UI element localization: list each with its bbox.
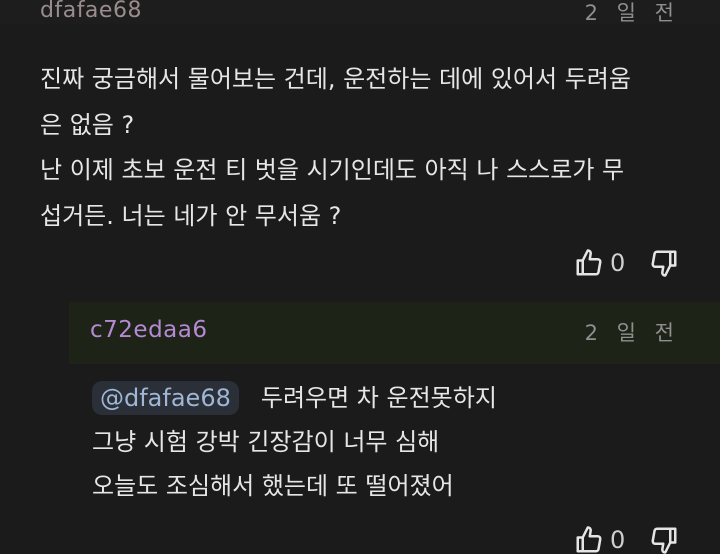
reply-header: c72edaa6 2 일 전 (69, 302, 720, 364)
reply-username[interactable]: c72edaa6 (90, 317, 207, 343)
thumbs-up-icon[interactable] (574, 248, 604, 278)
comment-line: 섭거든. 너는 네가 안 무서움 ? (40, 201, 342, 230)
reply-line: 그냥 시험 강박 긴장감이 너무 심해 (92, 428, 440, 456)
comment-header: dfafae68 2 일 전 (0, 0, 720, 25)
like-count: 0 (610, 249, 626, 277)
reply-text: @dfafae68 두려우면 차 운전못하지 그냥 시험 강박 긴장감이 너무 심… (92, 376, 692, 508)
comment-actions: 0 (574, 248, 679, 278)
comment-line: 은 없음 ? (40, 110, 135, 139)
comment-line: 진짜 궁금해서 물어보는 건데, 운전하는 데에 있어서 두려움 (40, 65, 631, 93)
thumbs-down-icon[interactable] (649, 248, 679, 278)
reply-actions: 0 (574, 525, 679, 554)
comment-timestamp: 2 일 전 (584, 1, 680, 25)
reply-line: @dfafae68 두려우면 차 운전못하지 (92, 376, 692, 420)
comment-username[interactable]: dfafae68 (40, 0, 142, 23)
mention-tag[interactable]: @dfafae68 (92, 381, 239, 415)
comment-text: 진짜 궁금해서 물어보는 건데, 운전하는 데에 있어서 두려움 은 없음 ? … (40, 57, 700, 239)
comment-line: 난 이제 초보 운전 티 벗을 시기인데도 아직 나 스스로가 무 (40, 156, 625, 184)
reply-timestamp: 2 일 전 (584, 321, 680, 345)
reply-line: 오늘도 조심해서 했는데 또 떨어졌어 (92, 472, 454, 500)
like-count: 0 (610, 526, 626, 554)
thumbs-down-icon[interactable] (649, 525, 679, 554)
comment-thread: dfafae68 2 일 전 진짜 궁금해서 물어보는 건데, 운전하는 데에 … (0, 0, 720, 554)
reply-line-text: 두려우면 차 운전못하지 (260, 384, 497, 412)
thumbs-up-icon[interactable] (574, 525, 604, 554)
